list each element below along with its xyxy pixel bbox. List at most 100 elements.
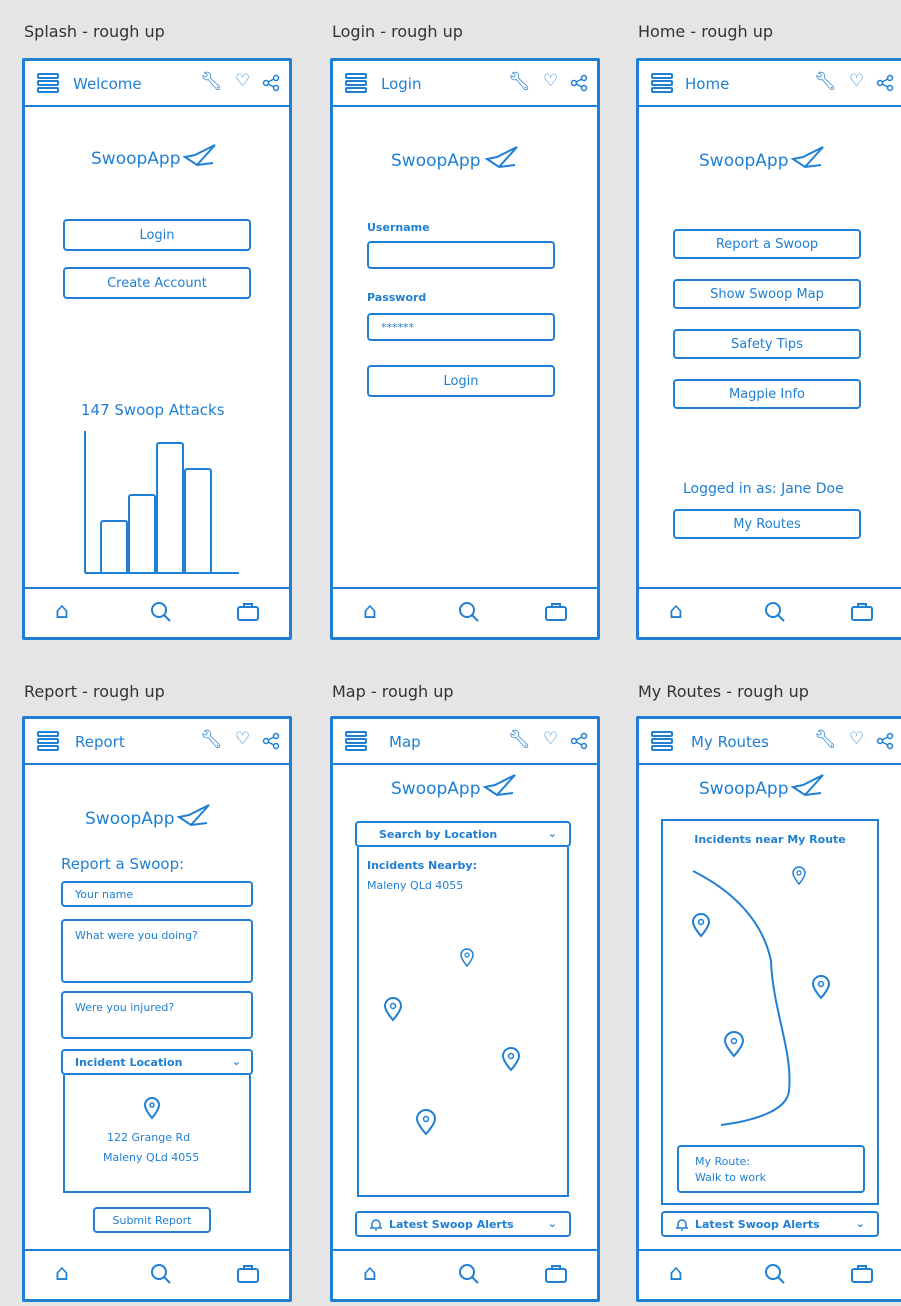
menu-icon[interactable] [651,731,673,751]
screen-title: Login [381,75,422,93]
bottom-nav: ⌂ [639,1249,901,1299]
menu-icon[interactable] [37,73,59,93]
injury-placeholder: Were you injured? [75,1001,175,1014]
route-info-card[interactable]: My Route: Walk to work [677,1145,865,1193]
location-pin-icon [143,1097,161,1120]
incident-location-select[interactable]: Incident Location ⌄ [61,1049,253,1075]
show-swoop-map-button[interactable]: Show Swoop Map [673,279,861,309]
top-bar: Welcome 🔧︎ ♡ [25,61,289,107]
map-area[interactable]: Incidents Nearby: Maleny QLd 4055 [357,847,569,1197]
wrench-icon[interactable]: 🔧︎ [200,71,223,92]
frame-label-routes: My Routes - rough up [638,682,809,701]
share-icon[interactable] [876,74,894,92]
home-icon[interactable]: ⌂ [55,599,69,624]
bird-icon [484,146,518,169]
map-screen: Map 🔧︎ ♡ SwoopApp Search by Location ⌄ In… [330,716,600,1302]
search-icon[interactable] [458,1263,480,1285]
briefcase-icon[interactable] [545,1265,567,1283]
wrench-icon[interactable]: 🔧︎ [814,729,837,750]
search-icon[interactable] [458,601,480,623]
bottom-nav: ⌂ [639,587,901,637]
username-field[interactable] [367,241,555,269]
address-line-1: 122 Grange Rd [107,1131,191,1144]
share-icon[interactable] [570,74,588,92]
login-button[interactable]: Login [367,365,555,397]
incident-pin-icon[interactable] [383,997,403,1022]
safety-tips-button[interactable]: Safety Tips [673,329,861,359]
menu-icon[interactable] [345,73,367,93]
home-icon[interactable]: ⌂ [669,599,683,624]
top-bar: My Routes 🔧︎ ♡ [639,719,901,765]
home-icon[interactable]: ⌂ [363,1261,377,1286]
bird-icon [176,804,210,827]
menu-icon[interactable] [37,731,59,751]
screen-title: My Routes [691,733,769,751]
incident-pin-icon[interactable] [791,865,807,886]
nearby-label: Incidents Nearby: [367,859,477,872]
chart-bar [128,494,156,574]
my-routes-button[interactable]: My Routes [673,509,861,539]
incident-pin-icon[interactable] [811,975,831,1000]
name-field[interactable]: Your name [61,881,253,907]
search-icon[interactable] [764,601,786,623]
location-panel: 122 Grange Rd Maleny QLd 4055 [63,1075,251,1193]
report-swoop-button[interactable]: Report a Swoop [673,229,861,259]
route-name: Walk to work [695,1171,766,1184]
heart-icon[interactable]: ♡ [235,729,250,749]
route-map-panel[interactable]: Incidents near My Route My Route: Walk t… [661,819,879,1205]
menu-icon[interactable] [651,73,673,93]
heart-icon[interactable]: ♡ [543,71,558,91]
swoop-attacks-count: 147 Swoop Attacks [81,401,225,419]
password-label: Password [367,291,427,304]
briefcase-icon[interactable] [237,1265,259,1283]
share-icon[interactable] [876,732,894,750]
briefcase-icon[interactable] [851,603,873,621]
wrench-icon[interactable]: 🔧︎ [814,71,837,92]
password-field[interactable]: ****** [367,313,555,341]
search-icon[interactable] [764,1263,786,1285]
latest-alerts-select[interactable]: Latest Swoop Alerts ⌄ [355,1211,571,1237]
home-icon[interactable]: ⌂ [669,1261,683,1286]
latest-alerts-select[interactable]: Latest Swoop Alerts ⌄ [661,1211,879,1237]
screen-title: Map [389,733,421,751]
heart-icon[interactable]: ♡ [235,71,250,91]
heart-icon[interactable]: ♡ [543,729,558,749]
incident-pin-icon[interactable] [723,1031,745,1058]
bird-icon [790,774,824,797]
frame-label-login: Login - rough up [332,22,463,41]
briefcase-icon[interactable] [851,1265,873,1283]
briefcase-icon[interactable] [237,603,259,621]
share-icon[interactable] [262,732,280,750]
share-icon[interactable] [570,732,588,750]
heart-icon[interactable]: ♡ [849,71,864,91]
wrench-icon[interactable]: 🔧︎ [200,729,223,750]
home-icon[interactable]: ⌂ [363,599,377,624]
bird-icon [182,144,216,167]
injury-field[interactable]: Were you injured? [61,991,253,1039]
briefcase-icon[interactable] [545,603,567,621]
logged-in-label: Logged in as: Jane Doe [683,481,844,497]
wrench-icon[interactable]: 🔧︎ [508,71,531,92]
create-account-button[interactable]: Create Account [63,267,251,299]
incident-pin-icon[interactable] [691,913,711,938]
incident-pin-icon[interactable] [415,1109,437,1136]
bell-icon [370,1219,382,1231]
brand-logo: SwoopApp [391,779,481,799]
search-icon[interactable] [150,1263,172,1285]
submit-report-button[interactable]: Submit Report [93,1207,211,1233]
nearby-location: Maleny QLd 4055 [367,879,464,892]
search-icon[interactable] [150,601,172,623]
report-screen: Report 🔧︎ ♡ SwoopApp Report a Swoop: You… [22,716,292,1302]
home-icon[interactable]: ⌂ [55,1261,69,1286]
incident-pin-icon[interactable] [501,1047,521,1072]
menu-icon[interactable] [345,731,367,751]
magpie-info-button[interactable]: Magpie Info [673,379,861,409]
heart-icon[interactable]: ♡ [849,729,864,749]
incident-pin-icon[interactable] [459,947,475,968]
wrench-icon[interactable]: 🔧︎ [508,729,531,750]
login-button[interactable]: Login [63,219,251,251]
activity-field[interactable]: What were you doing? [61,919,253,983]
home-screen: Home 🔧︎ ♡ SwoopApp Report a Swoop Show S… [636,58,901,640]
share-icon[interactable] [262,74,280,92]
location-search-select[interactable]: Search by Location ⌄ [355,821,571,847]
